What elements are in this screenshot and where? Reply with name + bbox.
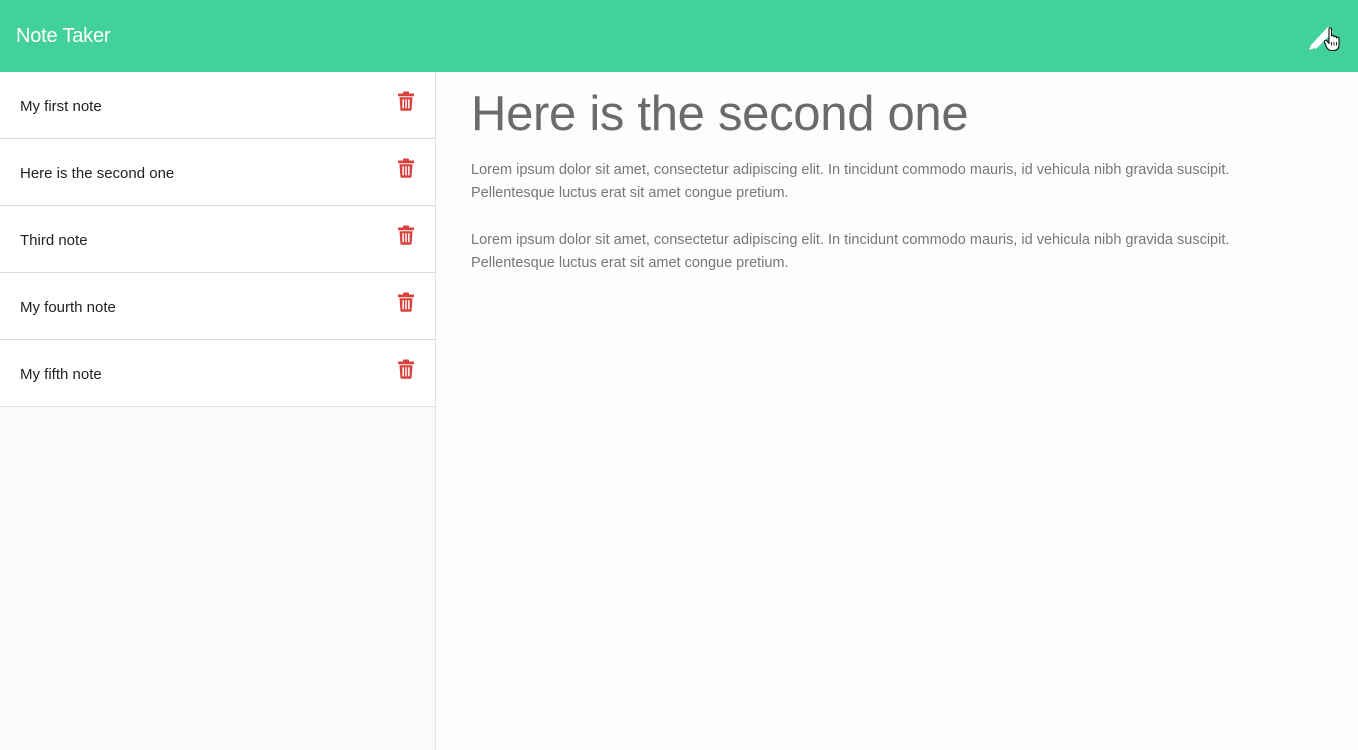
note-list-item[interactable]: Here is the second one — [0, 139, 435, 206]
note-list: My first note Here is the second one Third… — [0, 72, 435, 407]
note-body-paragraph: Lorem ipsum dolor sit amet, consectetur … — [471, 162, 1230, 201]
note-list-item-title: Here is the second one — [20, 164, 175, 182]
app-title[interactable]: Note Taker — [16, 25, 111, 48]
note-list-item[interactable]: Third note — [0, 206, 435, 273]
note-list-item-title: My first note — [20, 97, 102, 115]
trash-icon[interactable] — [398, 91, 414, 111]
note-title-heading: Here is the second one — [471, 87, 969, 141]
trash-icon[interactable] — [398, 359, 414, 379]
trash-icon[interactable] — [398, 292, 414, 312]
note-list-item[interactable]: My fifth note — [0, 340, 435, 407]
note-list-item-title: My fourth note — [20, 298, 116, 316]
note-list-item-title: My fifth note — [20, 365, 102, 383]
note-list-item[interactable]: My fourth note — [0, 273, 435, 340]
trash-icon[interactable] — [398, 158, 414, 178]
notes-sidebar: My first note Here is the second one Third… — [0, 72, 436, 750]
pen-icon — [1309, 27, 1340, 51]
navbar: Note Taker — [0, 0, 1358, 72]
note-viewer: Here is the second one Lorem ipsum dolor… — [437, 72, 1358, 750]
note-body-paragraph: Lorem ipsum dolor sit amet, consectetur … — [471, 232, 1230, 271]
note-list-item-title: Third note — [20, 231, 88, 249]
note-list-item[interactable]: My first note — [0, 72, 435, 139]
new-note-button[interactable] — [1304, 16, 1344, 56]
trash-icon[interactable] — [398, 225, 414, 245]
